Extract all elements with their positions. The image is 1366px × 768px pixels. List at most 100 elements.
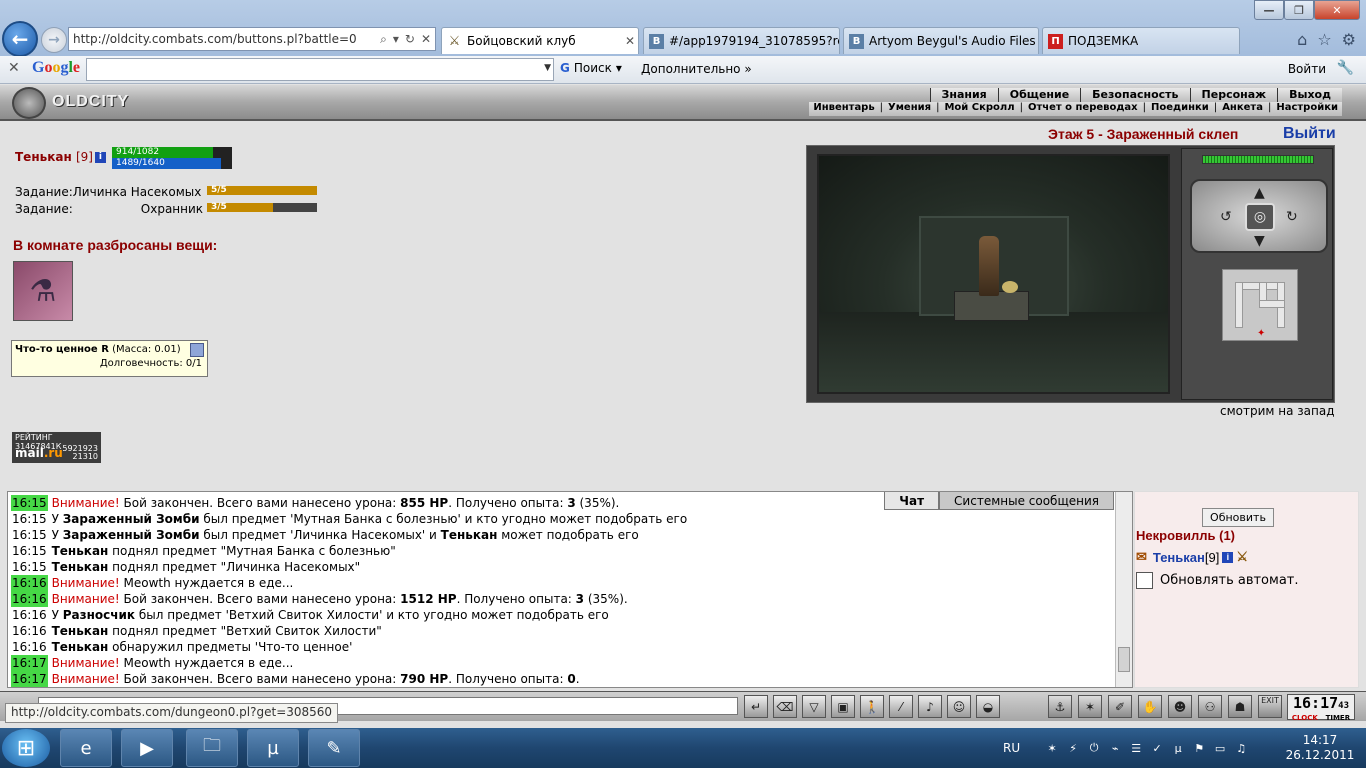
arrow-left-icon[interactable]: ↺	[1220, 209, 1232, 225]
tray-power-icon[interactable]: ⏻	[1086, 740, 1102, 756]
forward-button[interactable]: →	[41, 27, 67, 53]
back-button[interactable]: ←	[2, 21, 38, 57]
chat-timestamp[interactable]: 16:16	[11, 623, 48, 639]
chat-timestamp[interactable]: 16:16	[11, 591, 48, 607]
paw-icon[interactable]: ☗	[1228, 695, 1252, 718]
tray-usb-icon[interactable]: ⌁	[1107, 740, 1123, 756]
send-icon[interactable]: ↵	[744, 695, 768, 718]
walk-icon[interactable]: 🚶	[860, 695, 884, 718]
chat-timestamp[interactable]: 16:15	[11, 559, 48, 575]
chat-scrollbar[interactable]	[1115, 492, 1132, 687]
arrow-up-icon[interactable]: ▲	[1254, 185, 1265, 201]
save-icon[interactable]: ▣	[831, 695, 855, 718]
eraser-icon[interactable]: ⌫	[773, 695, 797, 718]
tray-check-icon[interactable]: ✓	[1149, 740, 1165, 756]
tab-vk-app[interactable]: В #/app1979194_31078595?ref=1	[643, 27, 840, 54]
mail-rating-counter[interactable]: РЕЙТИНГ 31467841К mail.ru 5921923 21310	[12, 432, 101, 463]
auto-update-checkbox[interactable]	[1136, 572, 1153, 589]
ie-taskbar-icon[interactable]: e	[60, 729, 112, 767]
arrow-right-icon[interactable]: ↻	[1286, 209, 1298, 225]
tray-utorrent-icon[interactable]: µ	[1170, 740, 1186, 756]
maximize-button[interactable]: ❐	[1284, 0, 1314, 20]
chat-timestamp[interactable]: 16:15	[11, 543, 48, 559]
chat-timestamp[interactable]: 16:16	[11, 639, 48, 655]
chat-timestamp[interactable]: 16:15	[11, 511, 48, 527]
wrench-icon[interactable]: 🔧	[1337, 60, 1354, 76]
refresh-icon[interactable]: ↻	[405, 32, 415, 47]
favorites-star-icon[interactable]: ☆	[1317, 30, 1331, 49]
tray-app-icon[interactable]: ✶	[1044, 740, 1060, 756]
refresh-button[interactable]: Обновить	[1202, 508, 1274, 527]
chevron-down-icon[interactable]: ▼	[544, 63, 551, 73]
item-image[interactable]: ⚗	[13, 261, 73, 321]
exit-door-icon[interactable]: EXIT	[1258, 695, 1282, 718]
submenu-profile[interactable]: Анкета	[1218, 102, 1267, 116]
chat-timestamp[interactable]: 16:16	[11, 607, 48, 623]
dropdown-icon[interactable]: ▾	[393, 32, 399, 47]
chat-timestamp[interactable]: 16:16	[11, 575, 48, 591]
dungeon-scene[interactable]	[817, 154, 1170, 394]
google-search-input[interactable]: ▼	[86, 58, 554, 81]
submenu-scroll[interactable]: Мой Скролл	[940, 102, 1018, 116]
explorer-taskbar-icon[interactable]: 🗀	[186, 729, 238, 767]
google-more-button[interactable]: Дополнительно »	[641, 62, 752, 76]
tray-monitor-icon[interactable]: ▭	[1212, 740, 1228, 756]
bottle-icon[interactable]: ⚓	[1048, 695, 1072, 718]
submenu-settings[interactable]: Настройки	[1272, 102, 1342, 116]
info-icon[interactable]: i	[94, 152, 106, 163]
game-clock[interactable]: 16:1743 CLOCK TIMER	[1287, 694, 1355, 722]
map-icon[interactable]: ✶	[1078, 695, 1102, 718]
character-name[interactable]: Тенькан [9] i	[15, 150, 106, 164]
tab-vk-audio[interactable]: В Artyom Beygul's Audio Files | ...	[843, 27, 1039, 54]
tab-chat[interactable]: Чат	[884, 492, 940, 510]
tab-system-messages[interactable]: Системные сообщения	[939, 492, 1114, 510]
start-button[interactable]: ⊞	[2, 729, 50, 767]
google-login-button[interactable]: Войти	[1288, 62, 1326, 76]
chat-timestamp[interactable]: 16:15	[11, 495, 48, 511]
tray-flag-icon[interactable]: ⚑	[1191, 740, 1207, 756]
sound-icon[interactable]: ♪	[918, 695, 942, 718]
refresh-room-icon[interactable]: ◎	[1245, 203, 1275, 231]
tab-close-icon[interactable]: ✕	[622, 34, 638, 48]
media-player-taskbar-icon[interactable]: ▶	[121, 729, 173, 767]
language-indicator[interactable]: RU	[1003, 741, 1020, 755]
close-icon[interactable]: ✕	[421, 32, 431, 47]
google-search-button[interactable]: G Поиск ▾	[560, 61, 622, 75]
arrow-down-icon[interactable]: ▼	[1254, 233, 1265, 249]
chat-timestamp[interactable]: 16:15	[11, 527, 48, 543]
hand-icon[interactable]: ✋	[1138, 695, 1162, 718]
home-icon[interactable]: ⌂	[1297, 30, 1307, 49]
scroll-thumb[interactable]	[1118, 647, 1130, 672]
exit-link[interactable]: Выйти	[1283, 125, 1336, 143]
helmet-icon[interactable]: ◒	[976, 695, 1000, 718]
google-logo[interactable]: Google	[32, 59, 80, 77]
private-message-icon[interactable]: ✉	[1136, 549, 1147, 565]
menu-exit[interactable]: Выход	[1277, 88, 1342, 102]
tab-podzemka[interactable]: П ПОДЗЕМКА	[1042, 27, 1240, 54]
tray-network-icon[interactable]: ☰	[1128, 740, 1144, 756]
person-icon[interactable]: ☻	[1168, 695, 1192, 718]
scene-creature[interactable]	[979, 236, 999, 296]
search-icon[interactable]: ⌕	[380, 32, 387, 47]
group-icon[interactable]: ⚇	[1198, 695, 1222, 718]
tray-volume-icon[interactable]: ♫	[1233, 740, 1249, 756]
smile-icon[interactable]: ☺	[947, 695, 971, 718]
gear-icon[interactable]: ⚙	[1342, 30, 1356, 49]
tray-bolt-icon[interactable]: ⚡	[1065, 740, 1081, 756]
filter-icon[interactable]: ▽	[802, 695, 826, 718]
minimize-button[interactable]: —	[1254, 0, 1284, 20]
taskbar-clock[interactable]: 14:17 26.12.2011	[1280, 733, 1360, 763]
menu-knowledge[interactable]: Знания	[929, 88, 998, 102]
address-bar[interactable]: http://oldcity.combats.com/buttons.pl?ba…	[68, 27, 436, 51]
menu-security[interactable]: Безопасность	[1080, 88, 1190, 102]
translit-icon[interactable]: ⁄	[889, 695, 913, 718]
submenu-transfers[interactable]: Отчет о переводах	[1024, 102, 1142, 116]
submenu-skills[interactable]: Умения	[884, 102, 935, 116]
chat-timestamp[interactable]: 16:17	[11, 671, 48, 687]
scroll-icon[interactable]: ✐	[1108, 695, 1132, 718]
online-user[interactable]: ✉ Тенькан [9] i ⚔	[1136, 549, 1248, 565]
utorrent-taskbar-icon[interactable]: µ	[247, 729, 299, 767]
chat-timestamp[interactable]: 16:17	[11, 655, 48, 671]
info-icon[interactable]: i	[1222, 551, 1234, 563]
close-window-button[interactable]: ✕	[1314, 0, 1360, 20]
